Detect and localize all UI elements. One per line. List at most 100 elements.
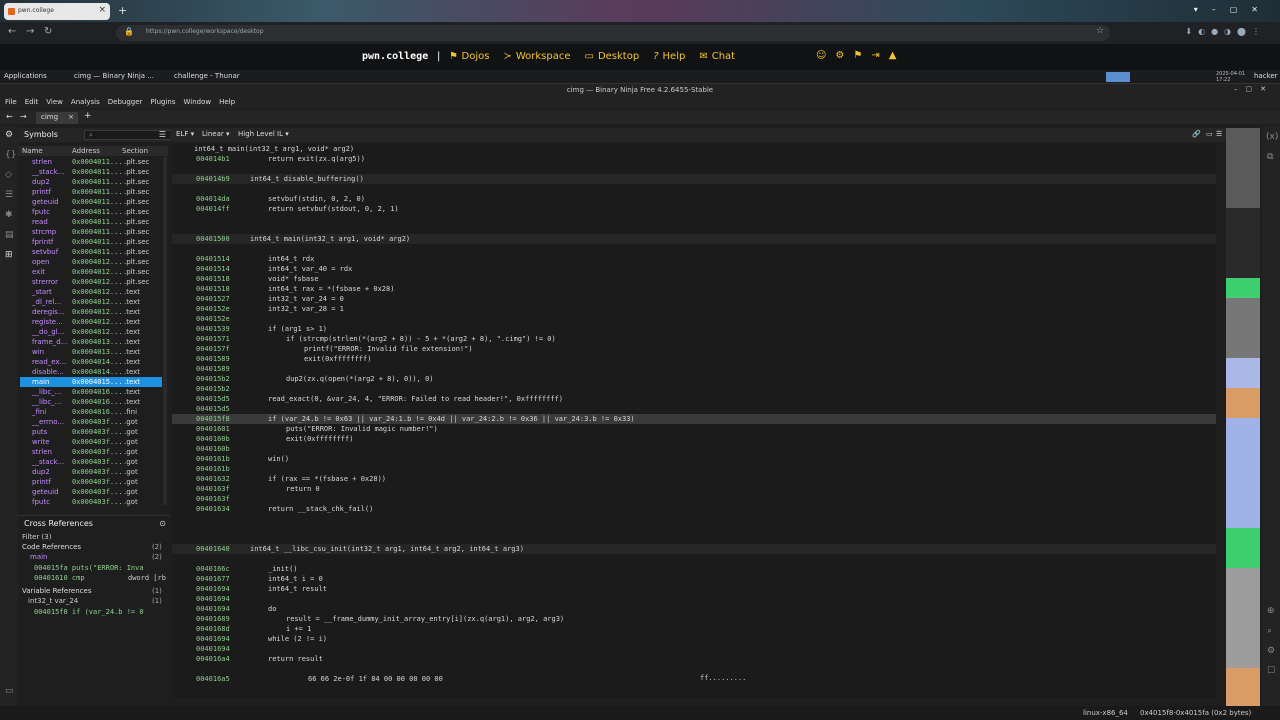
bookmark-star-icon[interactable]: ☆ xyxy=(1096,26,1104,36)
code-line[interactable]: 004014da setvbuf(stdin, 0, 2, 0) xyxy=(172,194,1216,204)
symbol-row[interactable]: __stack... 0x000403f... .got xyxy=(20,457,162,467)
symbol-row[interactable]: frame_d... 0x0004013... .text xyxy=(20,337,162,347)
xref-var-refs[interactable]: Variable References xyxy=(22,587,91,595)
symbol-row[interactable]: printf 0x000403f... .got xyxy=(20,477,162,487)
applications-menu[interactable]: Applications xyxy=(4,72,47,80)
menu-edit[interactable]: Edit xyxy=(25,98,39,108)
code-line[interactable] xyxy=(172,244,1216,254)
col-address[interactable]: Address xyxy=(72,147,100,155)
close-tab-icon[interactable]: × xyxy=(68,113,74,121)
nav-desktop[interactable]: ▭ Desktop xyxy=(585,51,640,62)
new-tab-icon[interactable]: + xyxy=(118,4,127,17)
code-line[interactable] xyxy=(172,554,1216,564)
function-header[interactable]: 00401500 int64_t main(int32_t arg1, void*… xyxy=(172,234,1216,244)
code-line[interactable]: 00401634 return __stack_chk_fail() xyxy=(172,504,1216,514)
symbol-row[interactable]: __libc_... 0x0004016... .text xyxy=(20,387,162,397)
symbols-scrollbar[interactable] xyxy=(163,157,167,505)
symbol-row[interactable]: win 0x0004013... .text xyxy=(20,347,162,357)
symbol-row[interactable]: fputc 0x000403f... .got xyxy=(20,497,162,507)
code-line[interactable]: 004015d5 xyxy=(172,404,1216,414)
browser-tab[interactable]: pwn.college × xyxy=(4,3,110,20)
symbol-row[interactable]: read_ex... 0x0004014... .text xyxy=(20,357,162,367)
code-line[interactable] xyxy=(172,664,1216,674)
split-icon[interactable]: ▭ xyxy=(1206,130,1213,138)
xrefs-icon[interactable]: ⊞ xyxy=(5,250,13,260)
menu-plugins[interactable]: Plugins xyxy=(150,98,175,108)
code-line[interactable]: 0040168d i += 1 xyxy=(172,624,1216,634)
symbol-row[interactable]: _fini 0x0004016... .fini xyxy=(20,407,162,417)
code-line[interactable]: 0040163f xyxy=(172,494,1216,504)
new-tab-icon[interactable]: + xyxy=(84,111,92,121)
symbol-row[interactable]: _start 0x0004012... .text xyxy=(20,287,162,297)
symbols-icon[interactable]: ⚙ xyxy=(5,130,13,140)
close-tab-icon[interactable]: × xyxy=(98,5,106,15)
view-menu-icon[interactable]: ☰ xyxy=(1216,130,1222,138)
link-icon[interactable]: 🔗 xyxy=(1192,130,1201,138)
col-section[interactable]: Section xyxy=(122,147,148,155)
log-icon[interactable]: ▭ xyxy=(5,686,14,696)
code-line[interactable]: 0040157f printf("ERROR: Invalid file exte… xyxy=(172,344,1216,354)
code-line[interactable]: 00401539 if (arg1 s> 1) xyxy=(172,324,1216,334)
task-thunar[interactable]: challenge - Thunar xyxy=(174,72,240,80)
code-line[interactable] xyxy=(172,224,1216,234)
function-header[interactable]: 00401640 int64_t __libc_csu_init(int32_t … xyxy=(172,544,1216,554)
tags-icon[interactable]: ◇ xyxy=(5,170,12,180)
code-line[interactable]: 00401571 if (strcmp(strlen(*(arg2 + 8)) -… xyxy=(172,334,1216,344)
symbol-row[interactable]: write 0x000403f... .got xyxy=(20,437,162,447)
code-line[interactable] xyxy=(172,514,1216,524)
back-icon[interactable]: ← xyxy=(8,26,16,37)
code-line[interactable]: 00401527 int32_t var_24 = 0 xyxy=(172,294,1216,304)
code-line[interactable] xyxy=(172,534,1216,544)
debug-icon[interactable]: ✱ xyxy=(5,210,13,220)
symbol-row[interactable]: __errno... 0x000403f... .got xyxy=(20,417,162,427)
code-line[interactable]: 004015b2 dup2(zx.q(open(*(arg2 + 8), 0)),… xyxy=(172,374,1216,384)
view-select[interactable]: Linear ▾ xyxy=(202,130,230,138)
menu-file[interactable]: File xyxy=(5,98,17,108)
nav-back-icon[interactable]: ← xyxy=(6,112,13,121)
code-line[interactable] xyxy=(172,184,1216,194)
minimap[interactable] xyxy=(1226,128,1260,708)
code-line[interactable]: 00401689 result = __frame_dummy_init_arra… xyxy=(172,614,1216,624)
code-line[interactable]: int64_t main(int32_t arg1, void* arg2) xyxy=(172,144,1216,154)
symbol-row[interactable]: dup2 0x000403f... .got xyxy=(20,467,162,477)
code-line[interactable]: 004016a5 66 66 2e-0f 1f 84 00 00 00 00 00 xyxy=(172,674,1216,684)
nav-chat[interactable]: ✉ Chat xyxy=(699,51,735,62)
window-controls[interactable]: ▾–▢✕ xyxy=(1194,5,1272,14)
site-actions[interactable]: ☺⚙⚑⇥▲ xyxy=(816,50,905,61)
code-line[interactable]: 00401514 int64_t rdx xyxy=(172,254,1216,264)
code-line[interactable]: 00401589 exit(0xffffffff) xyxy=(172,354,1216,364)
symbol-row[interactable]: deregis... 0x0004012... .text xyxy=(20,307,162,317)
code-line[interactable]: 004014b1 return exit(zx.q(arg5)) xyxy=(172,154,1216,164)
xref-var-name[interactable]: int32_t var_24 xyxy=(28,597,78,605)
code-line[interactable]: 00401694 xyxy=(172,644,1216,654)
nav-help[interactable]: ? Help xyxy=(653,51,685,62)
nav-forward-icon[interactable]: → xyxy=(20,112,27,121)
symbol-row[interactable]: read 0x0004011... .plt.sec xyxy=(20,217,162,227)
symbol-row[interactable]: fprintf 0x0004011... .plt.sec xyxy=(20,237,162,247)
stack-view-icon[interactable]: ⧉ xyxy=(1267,152,1273,162)
code-line[interactable]: 00401601 puts("ERROR: Invalid magic numbe… xyxy=(172,424,1216,434)
menu-icon[interactable]: ☰ xyxy=(159,130,166,139)
code-line[interactable]: 004015f8 if (var_24.b != 0x63 || var_24:1… xyxy=(172,414,1216,424)
code-line[interactable]: 00401632 if (rax == *(fsbase + 0x28)) xyxy=(172,474,1216,484)
symbol-row[interactable]: strcmp 0x0004011... .plt.sec xyxy=(20,227,162,237)
symbol-row[interactable]: strerror 0x0004012... .plt.sec xyxy=(20,277,162,287)
symbol-row[interactable]: geteuid 0x000403f... .got xyxy=(20,487,162,497)
function-header[interactable]: 004014b9 int64_t disable_buffering() xyxy=(172,174,1216,184)
symbol-row[interactable]: disable... 0x0004014... .text xyxy=(20,367,162,377)
code-line[interactable]: 0040152e int32_t var_28 = 1 xyxy=(172,304,1216,314)
status-arch[interactable]: linux-x86_64 xyxy=(1083,709,1128,717)
symbol-row[interactable]: fputc 0x0004011... .plt.sec xyxy=(20,207,162,217)
xref-row[interactable]: 004015f8 if (var_24.b != 0 xyxy=(34,608,144,616)
code-line[interactable]: 004015d5 read_exact(0, &var_24, 4, "ERROR… xyxy=(172,394,1216,404)
symbol-row[interactable]: printf 0x0004011... .plt.sec xyxy=(20,187,162,197)
forward-icon[interactable]: → xyxy=(26,26,34,37)
code-line[interactable]: 0040161b xyxy=(172,464,1216,474)
code-line[interactable]: 00401514 int64_t var_40 = rdx xyxy=(172,264,1216,274)
code-line[interactable]: 0040163f return 0 xyxy=(172,484,1216,494)
menu-debugger[interactable]: Debugger xyxy=(108,98,143,108)
xref-row[interactable]: 00401610 cmp xyxy=(34,574,85,582)
code-line[interactable]: 00401694 do xyxy=(172,604,1216,614)
layers-icon[interactable]: ▤ xyxy=(5,230,14,240)
nav-dojos[interactable]: ⚑ Dojos xyxy=(450,51,489,62)
